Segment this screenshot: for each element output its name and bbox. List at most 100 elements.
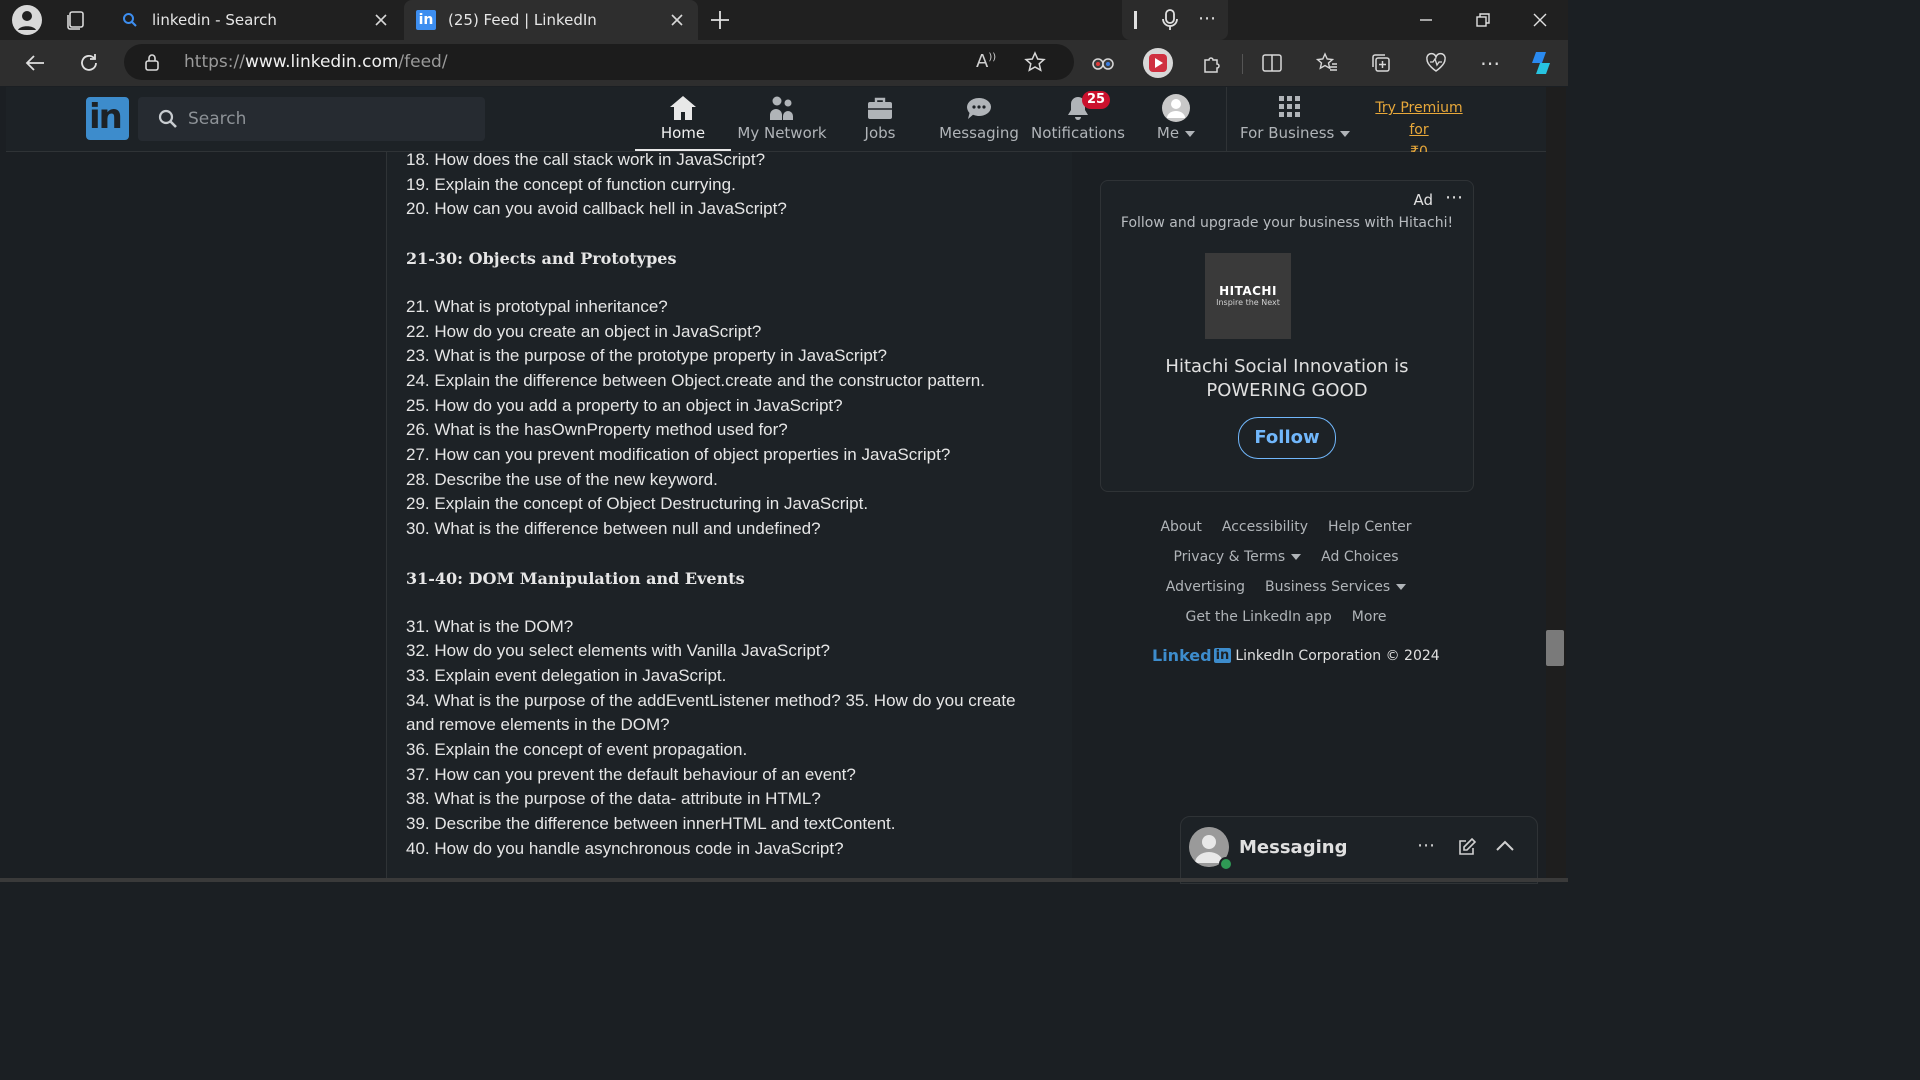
refresh-icon[interactable] [74,48,104,78]
workspaces-icon[interactable] [64,8,88,32]
me-label: Me [1156,124,1180,142]
premium-line1: Try Premium for [1375,100,1463,138]
footer-link-more[interactable]: More [1352,609,1387,625]
tab-linkedin-feed[interactable]: in (25) Feed | LinkedIn [404,0,698,40]
more-icon[interactable]: ⋯ [1198,8,1216,29]
read-aloud-icon[interactable]: A)) [976,51,996,72]
nav-messaging[interactable]: Messaging [931,93,1027,149]
list-item: 25. How do you add a property to an obje… [406,395,843,415]
nav-label: Me [1128,124,1224,142]
profile-icon[interactable] [12,5,42,35]
list-item: 36. Explain the concept of event propaga… [406,740,748,760]
chevron-down-icon [1185,130,1196,137]
for-business-label: For Business [1240,124,1335,142]
feed-post: 18. How does the call stack work in Java… [386,152,1074,882]
close-window-icon[interactable] [1512,0,1568,40]
list-item: 29. Explain the concept of Object Destru… [406,494,869,514]
footer-link-adchoices[interactable]: Ad Choices [1321,549,1398,565]
logo-wordmark: HITACHI [1219,284,1277,298]
list-item: 19. Explain the concept of function curr… [406,174,736,194]
lock-icon[interactable] [144,53,160,71]
bell-icon: 25 [1062,91,1111,123]
messaging-title: Messaging [1239,837,1348,858]
nav-for-business[interactable]: For Business [1240,93,1351,149]
chevron-down-icon [1291,554,1302,560]
extension-red-icon[interactable] [1143,48,1173,78]
follow-button[interactable]: Follow [1238,417,1336,459]
compose-icon[interactable] [1457,837,1477,857]
chevron-up-icon[interactable] [1495,839,1515,853]
copyright: Linked in LinkedIn Corporation © 2024 [1152,646,1440,665]
search-icon [122,12,142,28]
toolbar-divider [1242,54,1243,74]
footer-link-about[interactable]: About [1160,519,1201,535]
scrollbar-thumb[interactable] [1546,630,1564,666]
ad-label: Ad [1413,191,1433,209]
privacy-label: Privacy & Terms [1173,549,1286,565]
home-icon [667,93,699,123]
nav-notifications[interactable]: 25 Notifications [1030,91,1126,149]
messaging-overlay[interactable]: Messaging ⋯ [1180,816,1538,884]
list-item: 26. What is the hasOwnProperty method us… [406,420,788,440]
footer-link-accessibility[interactable]: Accessibility [1222,519,1308,535]
list-item: 33. Explain event delegation in JavaScri… [406,665,727,685]
nav-label: My Network [737,124,827,142]
ad-more-icon[interactable]: ⋯ [1445,187,1463,208]
favorite-star-icon[interactable] [1024,51,1046,73]
list-item: 40. How do you handle asynchronous code … [406,838,844,858]
footer-link-privacy[interactable]: Privacy & Terms [1173,549,1302,565]
nav-label: Messaging [939,124,1019,142]
nav-home[interactable]: Home [635,93,731,151]
new-tab-icon[interactable] [708,8,732,32]
settings-more-icon[interactable]: ⋯ [1475,48,1505,78]
linkedin-logo[interactable]: in [86,97,129,140]
copilot-icon[interactable] [1526,48,1556,78]
favorites-icon[interactable] [1312,48,1342,78]
list-item: 24. Explain the difference between Objec… [406,370,985,390]
back-icon[interactable] [20,48,50,78]
nav-me[interactable]: Me [1128,93,1224,149]
footer-link-help[interactable]: Help Center [1328,519,1412,535]
footer-link-getapp[interactable]: Get the LinkedIn app [1185,609,1331,625]
avatar [1160,93,1192,123]
wordmark-in: in [1213,648,1232,663]
scrollbar[interactable] [1546,87,1566,882]
post-body: 18. How does the call stack work in Java… [406,152,1046,862]
search-input[interactable]: Search [138,97,485,141]
footer-links: About Accessibility Help Center Privacy … [1100,512,1472,632]
chevron-down-icon [1396,584,1407,590]
list-item: 22. How do you create an object in JavaS… [406,321,762,341]
list-item: 37. How can you prevent the default beha… [406,764,856,784]
list-item: 18. How does the call stack work in Java… [406,152,766,169]
section-heading: 21-30: Objects and Prototypes [406,249,677,269]
logo-tagline: Inspire the Next [1216,298,1280,307]
browser-essentials-icon[interactable] [1421,48,1451,78]
extensions-puzzle-icon[interactable] [1197,48,1227,78]
split-screen-icon[interactable] [1257,48,1287,78]
close-tab-icon[interactable] [668,11,686,29]
linkedin-wordmark: Linked in [1152,646,1232,665]
close-tab-icon[interactable] [372,11,390,29]
network-icon [766,93,798,123]
microphone-icon[interactable] [1160,9,1180,31]
voice-toolbar: ⋯ [1122,0,1228,40]
address-bar[interactable]: https://www.linkedin.com/feed/ A)) [124,44,1074,80]
collections-icon[interactable] [1366,48,1396,78]
minimize-icon[interactable] [1398,0,1454,40]
list-item: 30. What is the difference between null … [406,519,821,539]
search-placeholder: Search [188,109,247,129]
footer-link-business[interactable]: Business Services [1264,579,1407,595]
footer-link-advertising[interactable]: Advertising [1166,579,1245,595]
more-icon[interactable]: ⋯ [1417,835,1435,856]
hitachi-logo[interactable]: HITACHI Inspire the Next [1205,253,1291,339]
restore-icon[interactable] [1455,0,1511,40]
text-cursor-icon[interactable] [1134,11,1137,29]
nav-jobs[interactable]: Jobs [832,93,928,149]
extension-glasses-icon[interactable] [1088,48,1118,78]
business-label: Business Services [1264,579,1391,595]
tab-linkedin-search[interactable]: linkedin - Search [110,0,402,40]
list-item: 28. Describe the use of the new keyword. [406,469,718,489]
nav-my-network[interactable]: My Network [734,93,830,149]
online-status-icon [1219,857,1233,871]
nav-divider [1226,87,1227,151]
